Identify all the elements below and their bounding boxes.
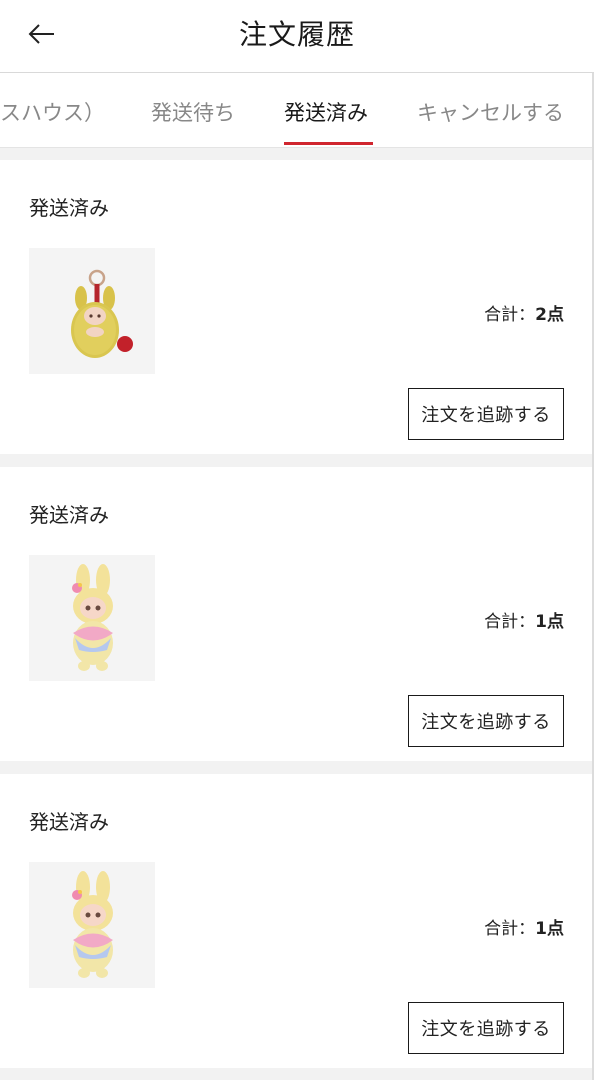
section-divider bbox=[0, 454, 592, 467]
tab-cancel[interactable]: キャンセルする bbox=[417, 73, 564, 147]
bunny-bow-doll-icon bbox=[72, 564, 113, 671]
order-card: 発送済み 合計：1点 注文を追跡する bbox=[0, 467, 592, 761]
total-count: 1点 bbox=[535, 612, 564, 632]
fluffy-keychain-doll-icon bbox=[71, 269, 133, 358]
active-tab-indicator bbox=[284, 142, 373, 145]
total-label: 合計： bbox=[484, 612, 536, 632]
total-count: 1点 bbox=[535, 919, 564, 939]
tab-awaiting-shipment[interactable]: 発送待ち bbox=[151, 73, 235, 147]
bunny-bow-doll-icon bbox=[72, 871, 113, 978]
track-order-button[interactable]: 注文を追跡する bbox=[408, 1002, 564, 1054]
product-thumbnail[interactable] bbox=[29, 862, 155, 988]
order-total: 合計：1点 bbox=[484, 914, 564, 939]
total-count: 2点 bbox=[535, 305, 564, 325]
product-thumbnail[interactable] bbox=[29, 555, 155, 681]
order-status-tabs: スハウス） 発送待ち 発送済み キャンセルする bbox=[0, 73, 594, 149]
order-status-label: 発送済み bbox=[29, 196, 109, 220]
track-order-button[interactable]: 注文を追跡する bbox=[408, 695, 564, 747]
section-divider bbox=[0, 148, 592, 160]
total-label: 合計： bbox=[484, 919, 536, 939]
order-status-label: 発送済み bbox=[29, 810, 109, 834]
total-label: 合計： bbox=[484, 305, 536, 325]
order-total: 合計：1点 bbox=[484, 607, 564, 632]
section-divider bbox=[0, 761, 592, 774]
order-total: 合計：2点 bbox=[484, 300, 564, 325]
order-status-label: 発送済み bbox=[29, 503, 109, 527]
page-title: 注文履歴 bbox=[238, 18, 355, 51]
track-order-button[interactable]: 注文を追跡する bbox=[408, 388, 564, 440]
header-bar: 注文履歴 bbox=[0, 0, 594, 73]
product-thumbnail[interactable] bbox=[29, 248, 155, 374]
tab-share-house[interactable]: スハウス） bbox=[0, 73, 105, 147]
section-divider bbox=[0, 1068, 592, 1080]
tab-shipped[interactable]: 発送済み bbox=[284, 73, 368, 147]
order-history-page: 注文履歴 スハウス） 発送待ち 発送済み キャンセルする 発送済み 合計：2点 … bbox=[0, 0, 594, 1080]
order-card: 発送済み 合計：1点 注文を追跡する bbox=[0, 774, 592, 1068]
order-card: 発送済み 合計：2点 注文を追跡する bbox=[0, 160, 592, 454]
